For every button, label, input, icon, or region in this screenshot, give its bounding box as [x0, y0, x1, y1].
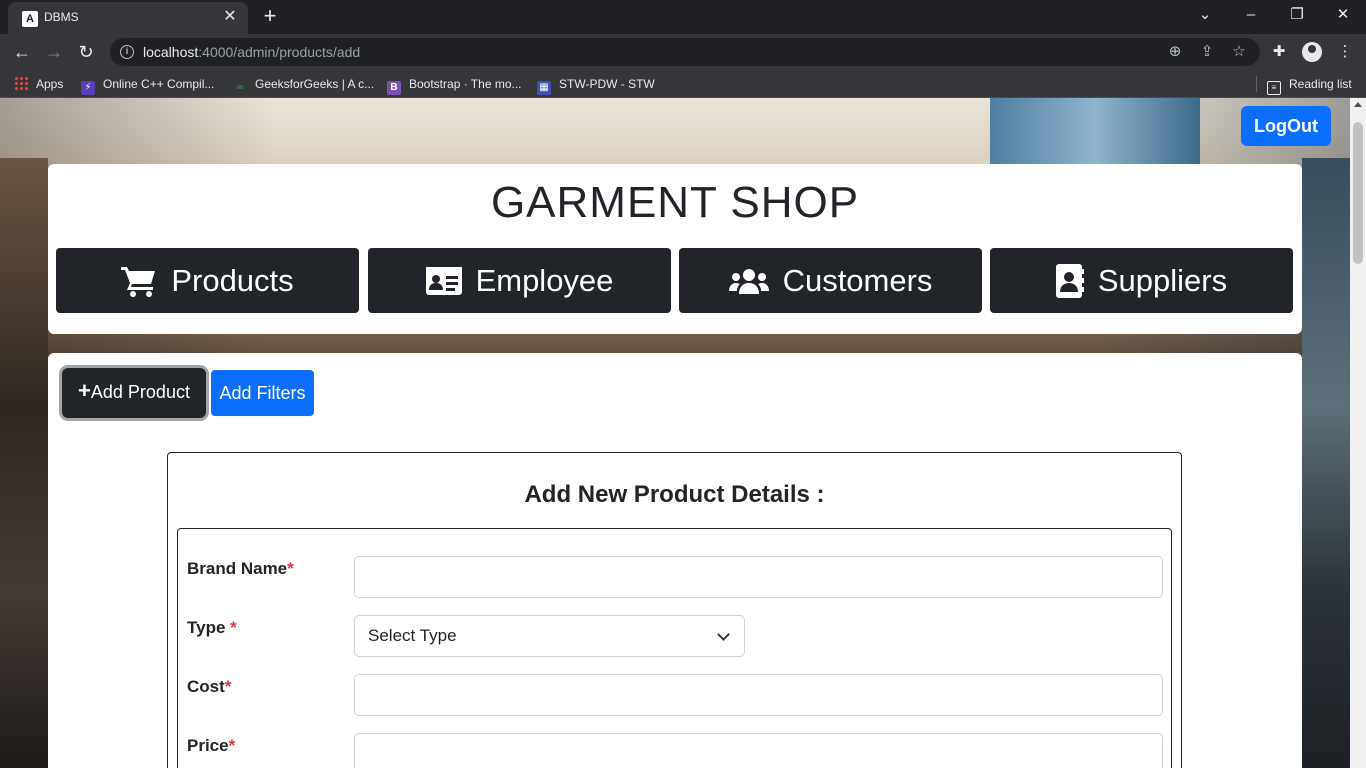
nav-products-label: Products: [171, 262, 294, 298]
reading-list-icon: ≡: [1267, 81, 1281, 95]
add-product-label: Add Product: [90, 382, 190, 402]
chevron-down-icon[interactable]: ⌄: [1190, 4, 1220, 26]
browser-toolbar: ← → ↻ i localhost:4000/admin/products/ad…: [0, 34, 1366, 70]
form-title: Add New Product Details :: [524, 481, 825, 508]
url-text: localhost:4000/admin/products/add: [143, 44, 361, 60]
required-mark: *: [287, 559, 294, 578]
page-scrollbar[interactable]: [1350, 98, 1366, 768]
users-icon: [728, 268, 769, 294]
header-card: GARMENT SHOP Products Employee Customers…: [48, 164, 1302, 334]
nav-suppliers-button[interactable]: Suppliers: [990, 248, 1293, 313]
page-title: GARMENT SHOP: [490, 178, 860, 227]
background-shelves-right: [1302, 158, 1350, 768]
add-product-button[interactable]: +Add Product: [62, 368, 206, 418]
bookmark-apps[interactable]: Apps: [14, 76, 63, 92]
window-close-icon[interactable]: ✕: [1328, 4, 1358, 26]
id-card-icon: [425, 266, 462, 295]
nav-products-button[interactable]: Products: [56, 248, 359, 313]
required-mark: *: [224, 677, 232, 696]
bookmark-geeksforgeeks[interactable]: ∞ GeeksforGeeks | A c...: [233, 76, 374, 95]
brand-name-label: Brand Name*: [187, 559, 294, 578]
reading-list[interactable]: ≡ Reading list: [1267, 76, 1352, 95]
angular-favicon-icon: A: [22, 11, 38, 27]
price-input[interactable]: [354, 733, 1163, 768]
menu-icon[interactable]: ⋮: [1334, 41, 1356, 63]
add-product-form-panel: Add New Product Details : Brand Name* Ty…: [167, 452, 1182, 768]
calendar-icon: ▦: [537, 81, 551, 95]
bookmark-stw[interactable]: ▦ STW-PDW - STW: [537, 76, 655, 95]
background-window: [990, 98, 1200, 164]
type-select-value: Select Type: [368, 626, 457, 645]
back-icon[interactable]: ←: [10, 40, 34, 64]
nav-customers-button[interactable]: Customers: [679, 248, 982, 313]
bootstrap-icon: B: [387, 81, 401, 95]
nav-suppliers-label: Suppliers: [1097, 262, 1228, 298]
minimize-icon[interactable]: –: [1236, 4, 1266, 26]
close-icon[interactable]: ✕: [220, 8, 240, 26]
browser-tabstrip: A DBMS ✕ + ⌄ – ❐ ✕: [0, 0, 1366, 34]
apps-grid-icon: [14, 76, 28, 90]
scroll-up-icon[interactable]: [1354, 102, 1362, 107]
star-icon[interactable]: ☆: [1229, 42, 1249, 62]
tab-title: DBMS: [44, 10, 79, 24]
address-book-icon: [1055, 263, 1084, 298]
add-filters-button[interactable]: Add Filters: [211, 370, 314, 416]
browser-tab[interactable]: A DBMS ✕: [8, 2, 248, 34]
add-product-form: Brand Name* Type * Select Type Cost* Pri…: [177, 528, 1172, 768]
logout-button[interactable]: LogOut: [1241, 106, 1331, 146]
gfg-icon: ∞: [236, 82, 244, 93]
bookmark-bootstrap[interactable]: B Bootstrap · The mo...: [387, 76, 522, 95]
cart-icon: [121, 266, 156, 297]
chevron-down-icon: [717, 628, 730, 641]
share-icon[interactable]: ⇪: [1197, 42, 1217, 62]
nav-customers-label: Customers: [782, 262, 933, 298]
lightning-icon: ⚡: [81, 81, 95, 95]
price-label: Price*: [187, 736, 236, 755]
nav-employee-label: Employee: [475, 262, 614, 298]
type-label: Type *: [187, 618, 237, 637]
reload-icon[interactable]: ↻: [74, 40, 98, 64]
brand-name-input[interactable]: [354, 556, 1163, 598]
address-bar[interactable]: i localhost:4000/admin/products/add ⊕ ⇪ …: [110, 38, 1260, 66]
bookmarks-bar: Apps ⚡ Online C++ Compil... ∞ GeeksforGeek…: [0, 70, 1366, 98]
nav-employee-button[interactable]: Employee: [368, 248, 671, 313]
required-mark: *: [228, 736, 236, 755]
type-select[interactable]: Select Type: [354, 615, 745, 657]
forward-icon[interactable]: →: [42, 40, 66, 64]
new-tab-icon[interactable]: +: [259, 5, 281, 27]
info-icon[interactable]: i: [120, 45, 134, 59]
profile-icon[interactable]: [1302, 42, 1322, 62]
bookmark-online-cpp[interactable]: ⚡ Online C++ Compil...: [81, 76, 214, 95]
required-mark: *: [230, 618, 237, 637]
bookmarks-separator: [1256, 76, 1257, 92]
cost-input[interactable]: [354, 674, 1163, 716]
background-shelves-left: [0, 158, 48, 768]
cost-label: Cost*: [187, 677, 232, 696]
extensions-icon[interactable]: ✚: [1268, 41, 1290, 63]
scroll-thumb[interactable]: [1353, 122, 1363, 264]
plus-icon: +: [78, 378, 91, 403]
main-card: +Add Product Add Filters Add New Product…: [48, 353, 1302, 768]
restore-icon[interactable]: ❐: [1282, 4, 1312, 26]
zoom-icon[interactable]: ⊕: [1165, 42, 1185, 62]
